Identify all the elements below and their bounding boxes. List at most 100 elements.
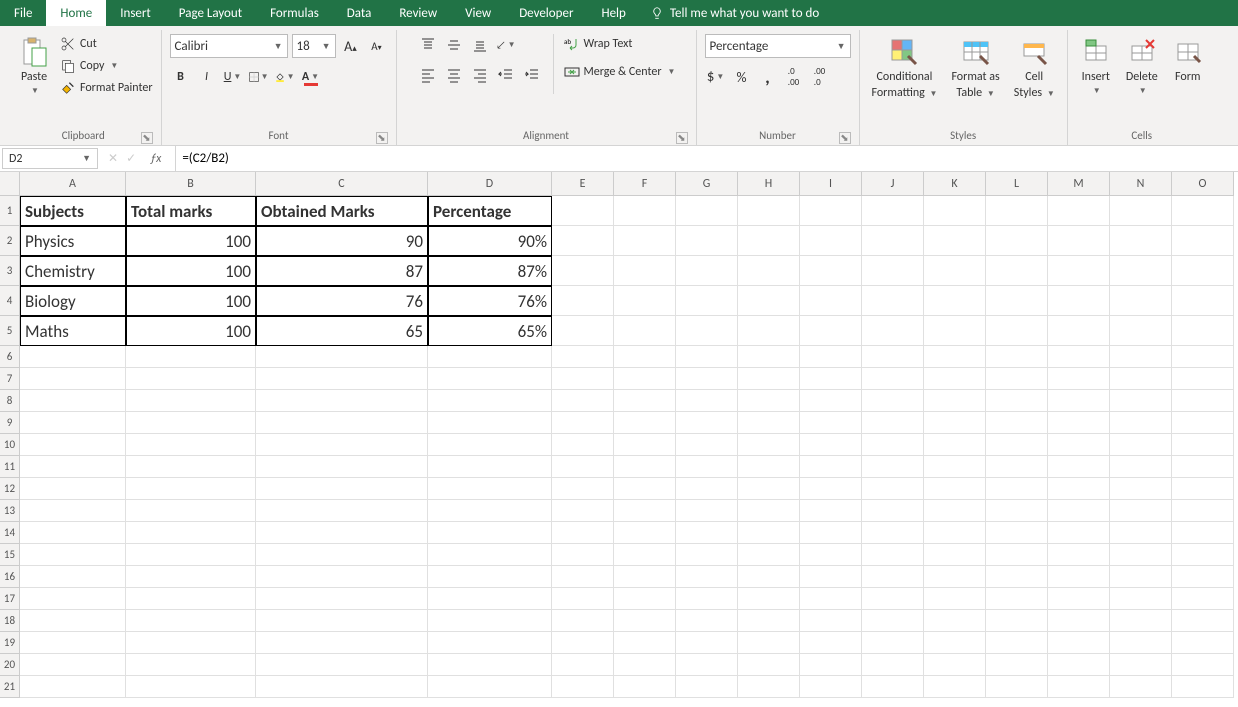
cell-D10[interactable]	[428, 434, 552, 456]
cell-L10[interactable]	[986, 434, 1048, 456]
cell-N11[interactable]	[1110, 456, 1172, 478]
cell-N17[interactable]	[1110, 588, 1172, 610]
cell-E6[interactable]	[552, 346, 614, 368]
cell-C3[interactable]: 87	[256, 256, 428, 286]
cell-C15[interactable]	[256, 544, 428, 566]
cell-O18[interactable]	[1172, 610, 1234, 632]
cell-O19[interactable]	[1172, 632, 1234, 654]
cell-A5[interactable]: Maths	[20, 316, 126, 346]
cell-A4[interactable]: Biology	[20, 286, 126, 316]
cell-E14[interactable]	[552, 522, 614, 544]
cell-E12[interactable]	[552, 478, 614, 500]
tab-developer[interactable]: Developer	[505, 0, 587, 26]
cell-B6[interactable]	[126, 346, 256, 368]
row-header[interactable]: 17	[0, 588, 20, 610]
cell-styles-button[interactable]: Cell Styles ▼	[1010, 34, 1059, 102]
cell-G9[interactable]	[676, 412, 738, 434]
cell-L12[interactable]	[986, 478, 1048, 500]
cell-C19[interactable]	[256, 632, 428, 654]
cell-L1[interactable]	[986, 196, 1048, 226]
cell-H13[interactable]	[738, 500, 800, 522]
cell-M7[interactable]	[1048, 368, 1110, 390]
col-header-M[interactable]: M	[1048, 172, 1110, 196]
accounting-format-button[interactable]: $▼	[705, 66, 727, 88]
align-right-button[interactable]	[469, 64, 491, 86]
tab-home[interactable]: Home	[46, 0, 106, 26]
tab-view[interactable]: View	[451, 0, 505, 26]
cell-A20[interactable]	[20, 654, 126, 676]
row-header[interactable]: 4	[0, 286, 20, 316]
cell-M10[interactable]	[1048, 434, 1110, 456]
cell-I13[interactable]	[800, 500, 862, 522]
cell-O10[interactable]	[1172, 434, 1234, 456]
cell-O7[interactable]	[1172, 368, 1234, 390]
cell-E8[interactable]	[552, 390, 614, 412]
tab-insert[interactable]: Insert	[106, 0, 165, 26]
cell-J18[interactable]	[862, 610, 924, 632]
grow-font-button[interactable]: A▴	[340, 35, 362, 57]
cell-C1[interactable]: Obtained Marks	[256, 196, 428, 226]
cell-H12[interactable]	[738, 478, 800, 500]
cell-K7[interactable]	[924, 368, 986, 390]
cell-C2[interactable]: 90	[256, 226, 428, 256]
cell-D17[interactable]	[428, 588, 552, 610]
cell-O13[interactable]	[1172, 500, 1234, 522]
cell-O12[interactable]	[1172, 478, 1234, 500]
cell-D19[interactable]	[428, 632, 552, 654]
row-header[interactable]: 15	[0, 544, 20, 566]
cell-J13[interactable]	[862, 500, 924, 522]
cell-H3[interactable]	[738, 256, 800, 286]
cell-L17[interactable]	[986, 588, 1048, 610]
tab-formulas[interactable]: Formulas	[256, 0, 333, 26]
col-header-F[interactable]: F	[614, 172, 676, 196]
cell-I10[interactable]	[800, 434, 862, 456]
cell-D16[interactable]	[428, 566, 552, 588]
cell-B17[interactable]	[126, 588, 256, 610]
merge-center-button[interactable]: Merge & Center▼	[564, 62, 676, 82]
cell-L21[interactable]	[986, 676, 1048, 698]
cell-L20[interactable]	[986, 654, 1048, 676]
cell-K12[interactable]	[924, 478, 986, 500]
cell-H10[interactable]	[738, 434, 800, 456]
col-header-A[interactable]: A	[20, 172, 126, 196]
cell-M21[interactable]	[1048, 676, 1110, 698]
cell-D20[interactable]	[428, 654, 552, 676]
cell-A2[interactable]: Physics	[20, 226, 126, 256]
cell-B15[interactable]	[126, 544, 256, 566]
cell-E9[interactable]	[552, 412, 614, 434]
cell-B7[interactable]	[126, 368, 256, 390]
cell-K16[interactable]	[924, 566, 986, 588]
cell-B21[interactable]	[126, 676, 256, 698]
fill-color-button[interactable]: ▼	[274, 66, 296, 88]
cell-A10[interactable]	[20, 434, 126, 456]
cell-E5[interactable]	[552, 316, 614, 346]
cell-H17[interactable]	[738, 588, 800, 610]
cut-button[interactable]: Cut	[60, 34, 153, 54]
cell-D9[interactable]	[428, 412, 552, 434]
cell-H4[interactable]	[738, 286, 800, 316]
cell-O4[interactable]	[1172, 286, 1234, 316]
cell-D3[interactable]: 87%	[428, 256, 552, 286]
cell-O11[interactable]	[1172, 456, 1234, 478]
conditional-formatting-button[interactable]: Conditional Formatting ▼	[868, 34, 942, 102]
cell-B1[interactable]: Total marks	[126, 196, 256, 226]
cell-F15[interactable]	[614, 544, 676, 566]
cell-N14[interactable]	[1110, 522, 1172, 544]
cell-C7[interactable]	[256, 368, 428, 390]
cell-B8[interactable]	[126, 390, 256, 412]
cell-N7[interactable]	[1110, 368, 1172, 390]
cell-C21[interactable]	[256, 676, 428, 698]
col-header-G[interactable]: G	[676, 172, 738, 196]
cell-E10[interactable]	[552, 434, 614, 456]
cell-G4[interactable]	[676, 286, 738, 316]
dialog-launcher-icon[interactable]: ⬊	[141, 132, 153, 144]
row-header[interactable]: 18	[0, 610, 20, 632]
cell-J5[interactable]	[862, 316, 924, 346]
cell-O8[interactable]	[1172, 390, 1234, 412]
paste-button[interactable]: Paste ▼	[14, 34, 54, 98]
cell-F1[interactable]	[614, 196, 676, 226]
cell-I1[interactable]	[800, 196, 862, 226]
cell-I4[interactable]	[800, 286, 862, 316]
cell-J9[interactable]	[862, 412, 924, 434]
cell-L11[interactable]	[986, 456, 1048, 478]
